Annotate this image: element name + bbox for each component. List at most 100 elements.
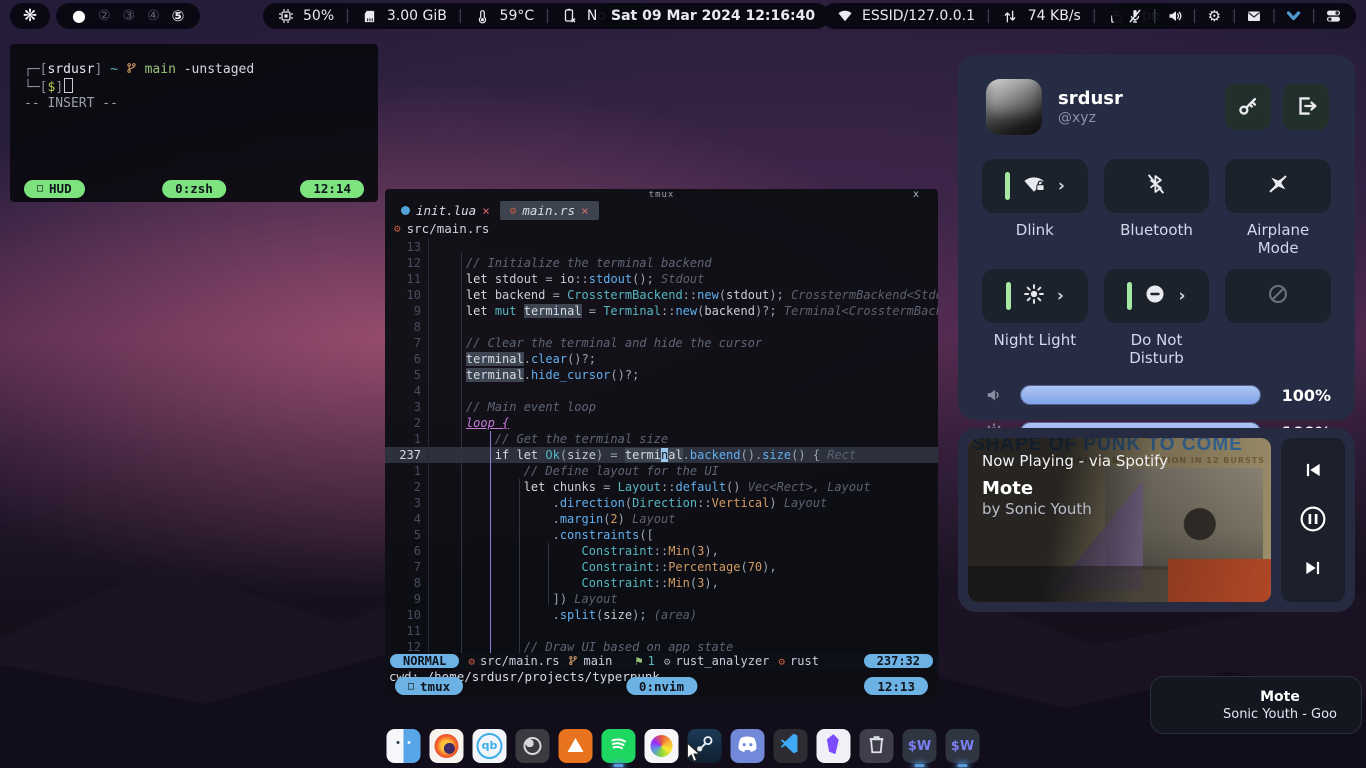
tile-bluetooth[interactable]: [1104, 159, 1210, 213]
terminal-cursor: [64, 78, 73, 93]
editor-tmux-statusbar: □tmux 0:nvim 12:13: [387, 677, 936, 695]
vlc-icon[interactable]: [559, 729, 593, 763]
chevron-right-icon[interactable]: ›: [1178, 286, 1185, 306]
system-stats[interactable]: 50% | 3.00 GiB | 59°C | No Bat: [263, 3, 648, 29]
obsidian-icon[interactable]: [817, 729, 851, 763]
window-close-button[interactable]: x: [913, 189, 920, 201]
vscode-icon[interactable]: [774, 729, 808, 763]
user-header: srdusr @xyz: [958, 55, 1355, 143]
code-line: 2 let chunks = Layout::default() Vec<Rec…: [385, 479, 938, 495]
microphone-muted-icon[interactable]: [1126, 8, 1143, 25]
obs-icon[interactable]: [516, 729, 550, 763]
git-branch-icon: [568, 654, 578, 668]
workspace-1[interactable]: ●: [72, 3, 86, 29]
workspace-3[interactable]: ③: [123, 3, 136, 29]
tile-night-light[interactable]: ›: [982, 269, 1088, 323]
hud-terminal-window[interactable]: ┌─[srdusr] ~ main -unstaged └─[$] -- INS…: [10, 44, 378, 202]
pause-button[interactable]: [1296, 503, 1330, 537]
line-number: 1: [385, 431, 429, 447]
code-line: 8: [385, 319, 938, 335]
statusline-lsp: ⚙rust_analyzer: [664, 654, 770, 668]
previous-button[interactable]: [1296, 454, 1330, 488]
line-number: 13: [385, 239, 429, 255]
code-line: 1 // Define layout for the UI: [385, 463, 938, 479]
chevron-right-icon[interactable]: ›: [1057, 286, 1064, 306]
volume-icon[interactable]: [1166, 8, 1183, 25]
software-w2-icon[interactable]: $W: [946, 729, 980, 763]
tmux-window-pill[interactable]: 0:nvim: [626, 677, 697, 695]
lock-keys-button[interactable]: [1225, 84, 1271, 130]
vim-mode-pill: NORMAL: [390, 654, 459, 668]
tile-label: Do Not Disturb: [1104, 331, 1210, 367]
discord-icon[interactable]: [731, 729, 765, 763]
software-w1-icon[interactable]: $W: [903, 729, 937, 763]
tile-dlink[interactable]: ›: [982, 159, 1088, 213]
photos-icon[interactable]: [645, 729, 679, 763]
volume-value: 100%: [1275, 386, 1331, 405]
line-number: 2: [385, 415, 429, 431]
tile-active-indicator: [1127, 282, 1132, 310]
slider-fill: [1021, 386, 1260, 404]
statusline-language: ⚙rust: [778, 654, 819, 668]
tab-close-icon[interactable]: ×: [482, 203, 490, 218]
tile-label: Airplane Mode: [1225, 221, 1331, 257]
line-number: 6: [385, 543, 429, 559]
tile-airplane-mode[interactable]: [1225, 159, 1331, 213]
code-line: 10 .split(size); (area): [385, 607, 938, 623]
tmux-session-pill[interactable]: □tmux: [395, 677, 463, 695]
launcher-logo-icon[interactable]: ❋: [10, 3, 50, 29]
file-manager-icon[interactable]: [387, 729, 421, 763]
toggles-icon[interactable]: [1325, 8, 1342, 25]
chevron-right-icon[interactable]: ›: [1058, 176, 1065, 196]
tile-do-not-disturb[interactable]: ›: [1104, 269, 1210, 323]
workspace-5[interactable]: ⑤: [172, 3, 185, 29]
line-number: 10: [385, 607, 429, 623]
workspace-2[interactable]: ②: [98, 3, 111, 29]
editor-window[interactable]: tmux x init.lua × ⚙ main.rs × ⚙ src/main…: [385, 189, 938, 698]
qbittorrent-icon[interactable]: qb: [473, 729, 507, 763]
tmux-clock-pill: 12:13: [864, 677, 928, 695]
settings-gear-icon[interactable]: ⚙: [1206, 8, 1223, 25]
code-area[interactable]: 1312 // Initialize the terminal backend1…: [385, 237, 938, 653]
code-line-current: 237 if let Ok(size) = terminal.backend()…: [385, 447, 938, 463]
workspace-4[interactable]: ④: [147, 3, 160, 29]
tab-close-icon[interactable]: ×: [581, 203, 589, 218]
track-artist: by Sonic Youth: [982, 500, 1092, 518]
spotify-icon[interactable]: [602, 729, 636, 763]
next-button[interactable]: [1296, 552, 1330, 586]
line-number: 1: [385, 463, 429, 479]
trash-icon[interactable]: [860, 729, 894, 763]
notification-subtitle: Sonic Youth - Goo: [1211, 707, 1349, 722]
thermometer-icon: [474, 8, 491, 25]
rust-file-icon: ⚙: [778, 655, 785, 668]
cpu-usage: 50%: [303, 8, 334, 24]
obsidian-glyph: [824, 733, 844, 759]
tmux-window-pill[interactable]: 0:zsh: [162, 180, 226, 198]
tile-blocked[interactable]: [1225, 269, 1331, 323]
tab-main-rs[interactable]: ⚙ main.rs ×: [500, 201, 599, 220]
arrow-down-icon[interactable]: [1285, 8, 1302, 25]
code-line: 13: [385, 239, 938, 255]
line-number: 7: [385, 559, 429, 575]
line-number: 6: [385, 351, 429, 367]
pause-icon: [1299, 505, 1327, 536]
code-line: 4: [385, 383, 938, 399]
vi-mode-indicator: -- INSERT --: [24, 96, 118, 111]
firefox-icon[interactable]: [430, 729, 464, 763]
line-number: 11: [385, 623, 429, 639]
clock[interactable]: Sat 09 Mar 2024 12:16:40: [597, 3, 829, 29]
album-art[interactable]: SHAPE OF PUNK TO COME A CHIMERICAL BOMBI…: [968, 438, 1271, 602]
notification-toast[interactable]: Mote Sonic Youth - Goo: [1150, 676, 1362, 734]
vscode-glyph: [780, 733, 802, 759]
mail-icon[interactable]: [1246, 8, 1263, 25]
tab-init-lua[interactable]: init.lua ×: [391, 201, 500, 220]
airplane-off-icon: [1266, 173, 1290, 199]
tmux-session-pill[interactable]: □HUD: [24, 180, 85, 198]
code-line: 3 .direction(Direction::Vertical) Layout: [385, 495, 938, 511]
code-line: 7 Constraint::Percentage(70),: [385, 559, 938, 575]
volume-slider[interactable]: [1020, 385, 1261, 405]
window-title: tmux: [649, 190, 675, 200]
line-number: 4: [385, 511, 429, 527]
wifi-icon: [836, 8, 853, 25]
logout-button[interactable]: [1283, 84, 1329, 130]
